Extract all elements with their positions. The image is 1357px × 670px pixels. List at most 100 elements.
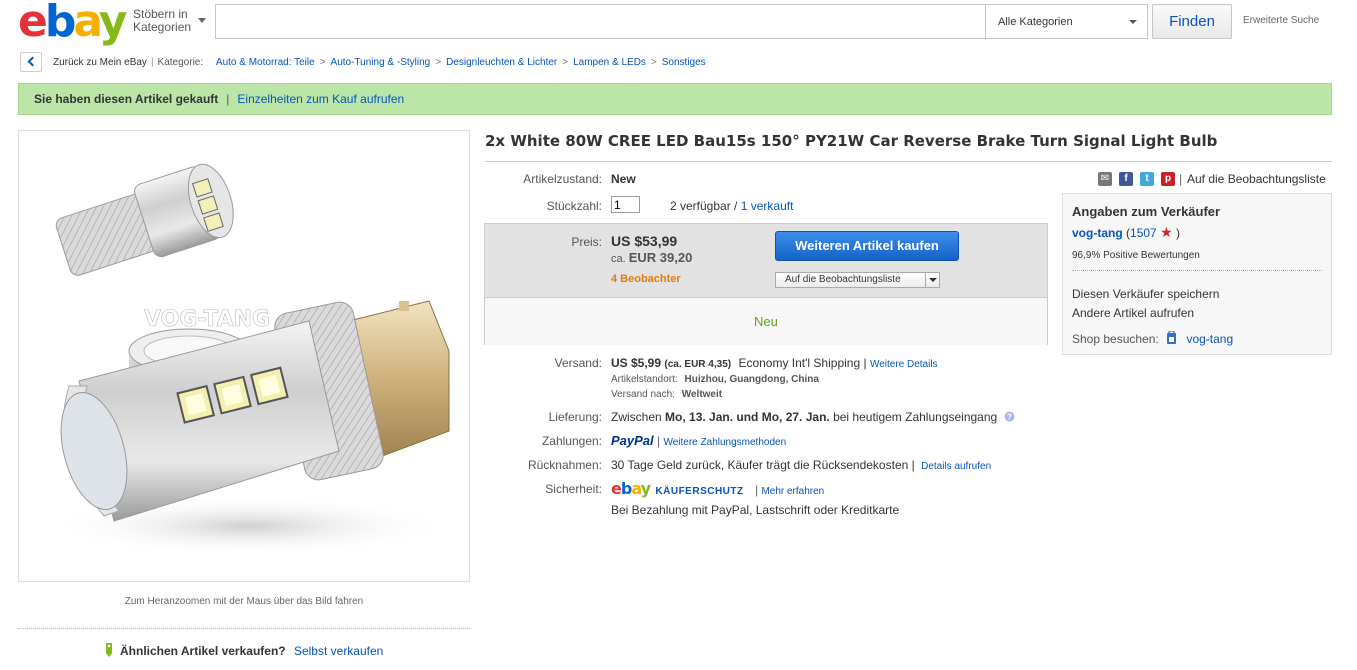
- item-status: Neu: [754, 314, 778, 329]
- shipping-cost: US $5,99: [611, 356, 662, 370]
- positive-feedback: 96,9% Positive Bewertungen: [1072, 250, 1200, 261]
- facebook-icon[interactable]: f: [1119, 172, 1133, 186]
- condition-value: New: [611, 172, 636, 186]
- find-button[interactable]: Finden: [1152, 4, 1232, 39]
- price-value: US $53,99: [611, 233, 678, 249]
- item-location-label: Artikelstandort:: [611, 374, 678, 385]
- delivery-range: Mo, 13. Jan. und Mo, 27. Jan.: [665, 410, 830, 424]
- back-to-my-ebay-link[interactable]: Zurück zu Mein eBay: [53, 57, 147, 68]
- shipping-label: Versand:: [554, 356, 602, 370]
- quantity-availability: 2 verfügbar / 1 verkauft: [670, 199, 793, 213]
- breadcrumb-divider: |: [150, 57, 154, 68]
- security-label: Sicherheit:: [545, 482, 602, 496]
- zoom-hint: Zum Heranzoomen mit der Maus über das Bi…: [124, 596, 364, 607]
- ebay-logo[interactable]: ebay: [18, 0, 127, 44]
- breadcrumb-chevron-icon: >: [650, 57, 657, 68]
- item-location-row: Artikelstandort: Huizhou, Guangdong, Chi…: [611, 374, 819, 385]
- sell-similar-question: Ähnlichen Artikel verkaufen?: [120, 644, 286, 658]
- watchlist-dropdown-button[interactable]: Auf die Beobachtungsliste: [775, 272, 940, 288]
- price-label: Preis:: [571, 235, 602, 249]
- store-icon: [1167, 330, 1177, 344]
- learn-more-link[interactable]: Mehr erfahren: [761, 486, 824, 497]
- quantity-input[interactable]: [611, 196, 640, 213]
- returns-policy: 30 Tage Geld zurück, Käufer trägt die Rü…: [611, 458, 915, 472]
- purchase-details-link[interactable]: Einzelheiten zum Kauf aufrufen: [237, 92, 404, 106]
- delivery-prefix: Zwischen: [611, 410, 662, 424]
- product-image-panel[interactable]: VOG-TANG: [18, 130, 470, 582]
- returns-label: Rücknahmen:: [527, 458, 602, 472]
- search-field: [215, 4, 985, 39]
- returns-row: 30 Tage Geld zurück, Käufer trägt die Rü…: [611, 458, 991, 472]
- shipping-details-link[interactable]: Weitere Details: [870, 359, 938, 370]
- shipping-cost-eur: (ca. EUR 4,35): [664, 359, 732, 370]
- condition-label: Artikelzustand:: [523, 172, 602, 186]
- delivery-suffix: bei heutigem Zahlungseingang: [833, 410, 998, 424]
- buy-another-button[interactable]: Weiteren Artikel kaufen: [775, 231, 959, 261]
- divider: [1072, 270, 1322, 271]
- back-button[interactable]: [20, 52, 42, 72]
- ships-to-label: Versand nach:: [611, 389, 675, 400]
- shipping-cost-row: US $5,99 (ca. EUR 4,35) Economy Int'l Sh…: [611, 356, 938, 370]
- ebay-mini-logo: ebay: [611, 479, 651, 498]
- seller-heading: Angaben zum Verkäufer: [1072, 204, 1221, 219]
- returns-details-link[interactable]: Details aufrufen: [921, 461, 991, 472]
- purchased-message: Sie haben diesen Artikel gekauft: [34, 92, 219, 106]
- browse-categories-button[interactable]: Stöbern in Kategorien: [133, 8, 191, 34]
- watchers-count: 4 Beobachter: [611, 273, 681, 285]
- shipping-method: Economy Int'l Shipping |: [738, 356, 867, 370]
- breadcrumb-item[interactable]: Designleuchten & Lichter: [446, 57, 557, 68]
- twitter-icon[interactable]: t: [1140, 172, 1154, 186]
- watchlist-button-label: Auf die Beobachtungsliste: [785, 274, 901, 285]
- item-location-value: Huizhou, Guangdong, China: [684, 374, 819, 385]
- sell-yourself-link[interactable]: Selbst verkaufen: [294, 644, 383, 658]
- divider: [18, 628, 470, 629]
- other-items-link[interactable]: Andere Artikel aufrufen: [1072, 306, 1194, 320]
- delivery-estimate: Zwischen Mo, 13. Jan. und Mo, 27. Jan. b…: [611, 410, 1015, 424]
- product-image[interactable]: VOG-TANG: [19, 131, 469, 581]
- breadcrumb-chevron-icon: >: [319, 57, 326, 68]
- purchased-banner: Sie haben diesen Artikel gekauft | Einzelh…: [18, 83, 1332, 115]
- chevron-left-icon: [27, 56, 38, 67]
- visit-shop-label: Shop besuchen:: [1072, 332, 1159, 346]
- item-title: 2x White 80W CREE LED Bau15s 150° PY21W …: [485, 132, 1218, 150]
- watermark-text: VOG-TANG: [144, 307, 270, 332]
- dropdown-caret-icon[interactable]: [925, 273, 939, 287]
- ships-to-row: Versand nach: Weltweit: [611, 389, 722, 400]
- shop-link[interactable]: vog-tang: [1186, 332, 1233, 346]
- chevron-down-icon[interactable]: [198, 18, 206, 23]
- back-bulb-shape: [55, 163, 234, 276]
- payment-methods-link[interactable]: Weitere Zahlungsmethoden: [663, 437, 786, 448]
- banner-divider: |: [226, 92, 230, 106]
- breadcrumb-item[interactable]: Auto & Motorrad: Teile: [216, 57, 315, 68]
- category-select[interactable]: Alle Kategorien: [985, 4, 1148, 39]
- sell-similar: Ähnlichen Artikel verkaufen? Selbst verk…: [104, 643, 383, 658]
- advanced-search-link[interactable]: Erweiterte Suche: [1243, 15, 1319, 26]
- divider: [485, 161, 1332, 162]
- payments-label: Zahlungen:: [541, 434, 602, 448]
- breadcrumb-item[interactable]: Auto-Tuning & -Styling: [331, 57, 431, 68]
- breadcrumb-chevron-icon: >: [562, 57, 569, 68]
- available-count: 2 verfügbar /: [670, 199, 738, 213]
- email-icon[interactable]: ✉: [1098, 172, 1112, 186]
- breadcrumb: Zurück zu Mein eBay | Kategorie: Auto & Mo…: [53, 57, 706, 68]
- dropdown-caret-icon: [1129, 20, 1137, 24]
- main-bulb-shape: [60, 300, 450, 522]
- sold-count-link[interactable]: 1 verkauft: [741, 199, 794, 213]
- browse-label-line2: Kategorien: [133, 20, 192, 34]
- pinterest-icon[interactable]: p: [1161, 172, 1175, 186]
- breadcrumb-item[interactable]: Sonstiges: [662, 57, 706, 68]
- seller-name-row: vog-tang (1507 ★ ): [1072, 224, 1180, 241]
- ships-to-value: Weltweit: [681, 389, 723, 400]
- help-icon[interactable]: ?: [1004, 411, 1015, 422]
- save-seller-link[interactable]: Diesen Verkäufer speichern: [1072, 287, 1219, 301]
- buyer-protection-row: ebay KÄUFERSCHUTZ | Mehr erfahren: [611, 479, 825, 498]
- add-to-watchlist-link[interactable]: Auf die Beobachtungsliste: [1187, 172, 1326, 186]
- feedback-score-link[interactable]: 1507: [1130, 226, 1157, 240]
- breadcrumb-category-label: Kategorie:: [157, 57, 204, 68]
- search-input[interactable]: [216, 5, 985, 38]
- buyer-protection-badge: KÄUFERSCHUTZ: [655, 486, 744, 497]
- share-divider: |: [1179, 172, 1183, 186]
- breadcrumb-item[interactable]: Lampen & LEDs: [573, 57, 646, 68]
- feedback-paren-close: ): [1175, 226, 1180, 240]
- seller-name-link[interactable]: vog-tang: [1072, 226, 1123, 240]
